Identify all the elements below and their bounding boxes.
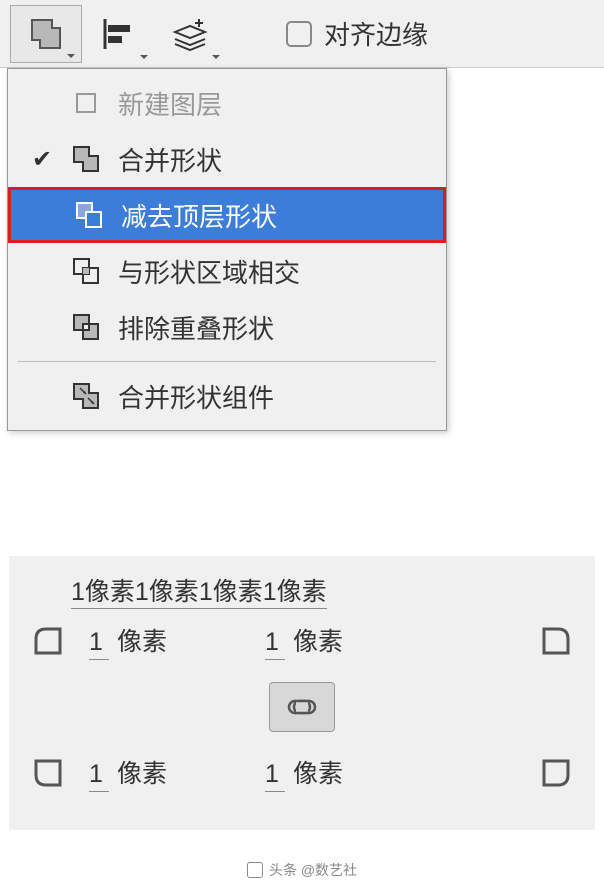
menu-item-label: 新建图层	[118, 85, 222, 122]
dropdown-indicator-icon	[212, 55, 220, 59]
menu-icon-slot	[71, 200, 107, 230]
menu-item-merge-components[interactable]: 合并形状组件	[8, 368, 446, 424]
menu-item-label: 与形状区域相交	[118, 253, 300, 290]
top-left-corner-icon[interactable]	[29, 622, 67, 660]
bottom-left-corner-input[interactable]: 1 像素	[89, 754, 167, 792]
attribution-icon	[247, 862, 263, 878]
menu-item-combine-shapes[interactable]: ✔ 合并形状	[8, 131, 446, 187]
align-left-icon	[101, 17, 135, 51]
menu-item-subtract-front[interactable]: 减去顶层形状	[8, 187, 446, 243]
link-icon	[286, 697, 318, 717]
attribution-text: 头条 @数艺社	[269, 860, 357, 880]
union-icon	[71, 144, 101, 174]
bottom-right-corner-icon[interactable]	[537, 754, 575, 792]
path-operations-dropdown: 新建图层 ✔ 合并形状 减去顶层形状 与形	[7, 68, 447, 431]
align-edges-checkbox[interactable]	[286, 21, 312, 47]
align-edges-label: 对齐边缘	[324, 15, 428, 52]
menu-item-label: 排除重叠形状	[118, 309, 274, 346]
intersect-icon	[71, 256, 101, 286]
top-right-corner-icon[interactable]	[537, 622, 575, 660]
menu-item-label: 减去顶层形状	[121, 197, 277, 234]
attribution: 头条 @数艺社	[247, 860, 357, 880]
top-left-corner-input[interactable]: 1 像素	[89, 622, 167, 660]
stack-layers-icon	[171, 17, 209, 51]
top-toolbar: 对齐边缘	[0, 0, 604, 68]
corner-radius-panel: 1像素1像素1像素1像素 1 像素 1 像素	[9, 556, 595, 830]
align-button[interactable]	[82, 5, 154, 63]
menu-icon-slot	[68, 144, 104, 174]
path-operations-button[interactable]	[10, 5, 82, 63]
top-right-corner-input[interactable]: 1 像素	[265, 622, 343, 660]
combine-shapes-icon	[28, 16, 64, 52]
bottom-right-corner-input[interactable]: 1 像素	[265, 754, 343, 792]
bottom-left-corner-icon[interactable]	[29, 754, 67, 792]
menu-icon-slot	[68, 256, 104, 286]
menu-check-slot: ✔	[32, 145, 54, 174]
menu-item-exclude-overlap[interactable]: 排除重叠形状	[8, 299, 446, 355]
corner-top-row: 1 像素 1 像素	[29, 622, 575, 660]
align-edges-option[interactable]: 对齐边缘	[286, 15, 428, 52]
merge-components-icon	[71, 381, 101, 411]
menu-item-intersect[interactable]: 与形状区域相交	[8, 243, 446, 299]
corner-header-labels: 1像素1像素1像素1像素	[71, 572, 575, 608]
dropdown-indicator-icon	[140, 55, 148, 59]
dropdown-indicator-icon	[67, 54, 75, 58]
subtract-icon	[74, 200, 104, 230]
menu-item-label: 合并形状组件	[118, 378, 274, 415]
menu-icon-slot	[68, 91, 104, 115]
exclude-icon	[71, 312, 101, 342]
corner-bottom-row: 1 像素 1 像素	[29, 754, 575, 792]
menu-item-label: 合并形状	[118, 141, 222, 178]
square-icon	[74, 91, 98, 115]
link-corners-button[interactable]	[269, 682, 335, 732]
arrange-button[interactable]	[154, 5, 226, 63]
menu-separator	[18, 361, 436, 362]
menu-icon-slot	[68, 312, 104, 342]
menu-icon-slot	[68, 381, 104, 411]
menu-item-new-layer[interactable]: 新建图层	[8, 75, 446, 131]
